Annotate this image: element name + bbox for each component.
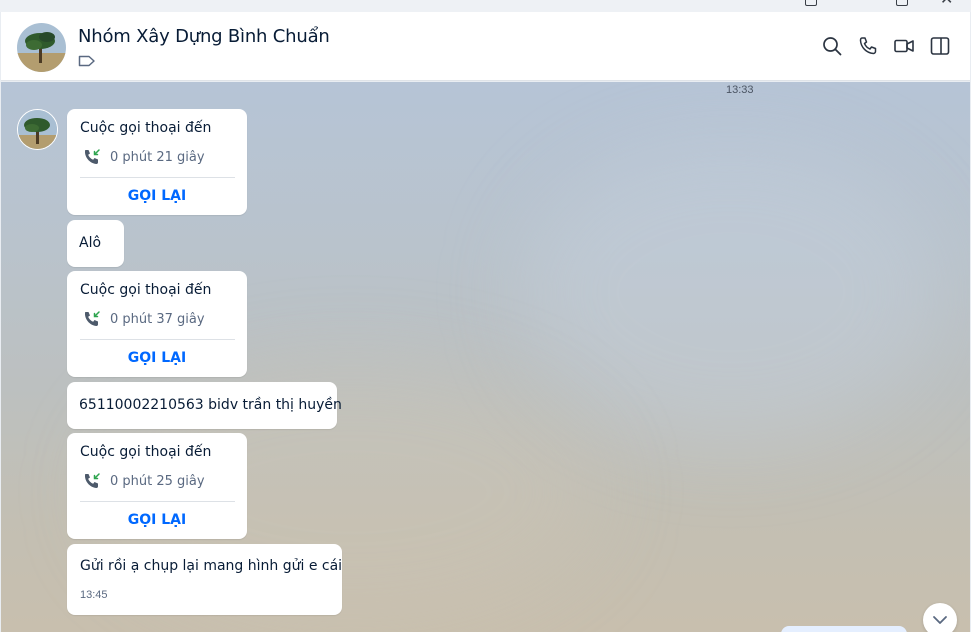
call-duration: 0 phút 37 giây bbox=[110, 312, 205, 327]
close-window-icon[interactable]: ✕ bbox=[940, 0, 953, 8]
window-top-strip: ✕ bbox=[0, 0, 971, 12]
incoming-call-icon bbox=[82, 147, 102, 172]
group-avatar[interactable] bbox=[17, 23, 66, 72]
call-title: Cuộc gọi thoại đến bbox=[80, 282, 212, 298]
message-timestamp: 13:33 bbox=[726, 84, 754, 96]
message-time: 13:45 bbox=[80, 589, 108, 601]
chat-header: Nhóm Xây Dựng Bình Chuẩn bbox=[1, 12, 970, 81]
call-back-button[interactable]: GỌI LẠI bbox=[67, 188, 247, 204]
call-message: Cuộc gọi thoại đến 0 phút 37 giây GỌI LẠ… bbox=[67, 271, 247, 377]
sidebar-toggle-icon[interactable] bbox=[929, 35, 951, 57]
message-text: 65110002210563 bidv trần thị huyền bbox=[79, 397, 342, 413]
incoming-call-icon bbox=[82, 471, 102, 496]
call-duration: 0 phút 25 giây bbox=[110, 474, 205, 489]
message-text: Alô bbox=[79, 235, 102, 251]
minimize-window-icon[interactable] bbox=[805, 0, 817, 6]
search-icon[interactable] bbox=[821, 35, 843, 57]
maximize-window-icon[interactable] bbox=[896, 0, 908, 6]
video-icon[interactable] bbox=[893, 35, 915, 57]
tag-icon[interactable] bbox=[78, 54, 96, 73]
call-message: Cuộc gọi thoại đến 0 phút 25 giây GỌI LẠ… bbox=[67, 433, 247, 539]
text-message: Alô bbox=[67, 220, 124, 267]
phone-icon[interactable] bbox=[857, 35, 879, 57]
chat-title: Nhóm Xây Dựng Bình Chuẩn bbox=[78, 26, 330, 47]
scroll-to-bottom-button[interactable] bbox=[923, 603, 957, 632]
divider bbox=[80, 339, 235, 340]
message-text: Gửi rồi ạ chụp lại mang hình gửi e cái bbox=[80, 558, 343, 574]
divider bbox=[80, 177, 235, 178]
call-title: Cuộc gọi thoại đến bbox=[80, 444, 212, 460]
sender-avatar[interactable] bbox=[17, 109, 58, 150]
message-list[interactable]: 13:33 Cuộc gọi thoại đến 0 phút 21 giây … bbox=[1, 82, 970, 632]
call-back-button[interactable]: GỌI LẠI bbox=[67, 350, 247, 366]
outgoing-message-partial bbox=[781, 626, 907, 632]
call-title: Cuộc gọi thoại đến bbox=[80, 120, 212, 136]
incoming-call-icon bbox=[82, 309, 102, 334]
divider bbox=[80, 501, 235, 502]
text-message: Gửi rồi ạ chụp lại mang hình gửi e cái 1… bbox=[67, 544, 342, 615]
call-duration: 0 phút 21 giây bbox=[110, 150, 205, 165]
call-back-button[interactable]: GỌI LẠI bbox=[67, 512, 247, 528]
call-message: Cuộc gọi thoại đến 0 phút 21 giây GỌI LẠ… bbox=[67, 109, 247, 215]
text-message: 65110002210563 bidv trần thị huyền bbox=[67, 382, 342, 429]
chevron-down-icon bbox=[933, 616, 947, 624]
